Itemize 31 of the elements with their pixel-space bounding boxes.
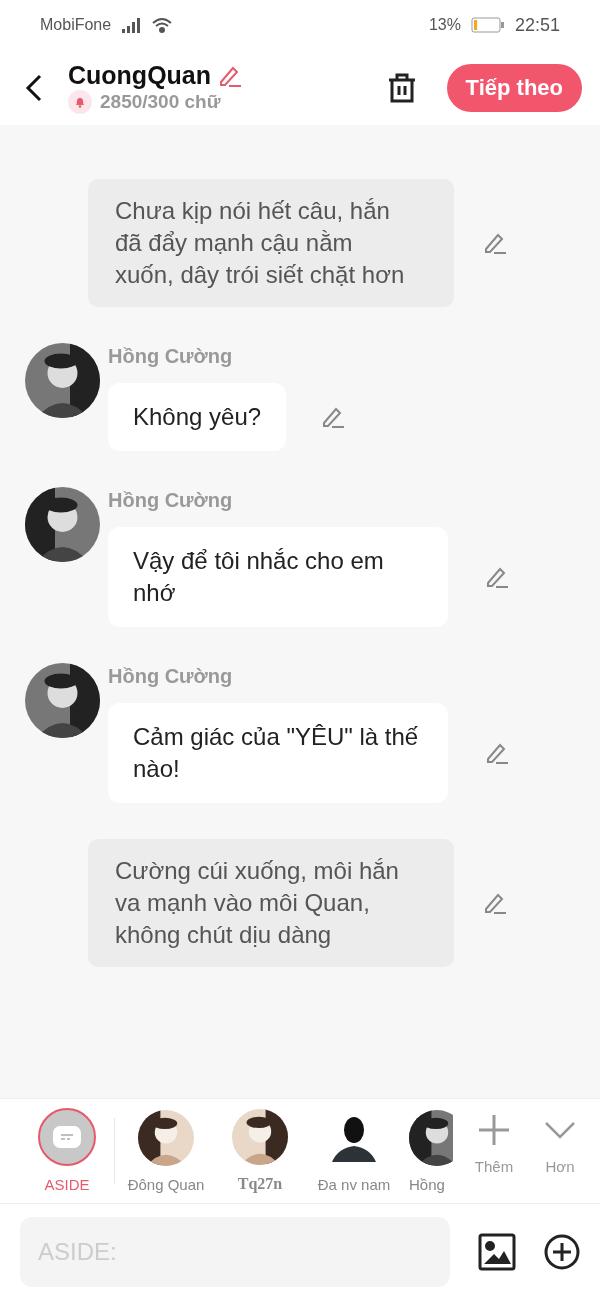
image-icon[interactable] bbox=[478, 1233, 516, 1271]
message-bubble: Không yêu? bbox=[108, 383, 287, 451]
character-option[interactable]: Tq27n bbox=[213, 1109, 307, 1193]
wifi-icon bbox=[151, 16, 174, 34]
signal-icon bbox=[121, 17, 142, 33]
story-title: CuongQuan bbox=[68, 61, 212, 90]
character-name: Hồng Cường bbox=[108, 665, 234, 688]
character-option[interactable]: Hồng bbox=[409, 1109, 453, 1193]
character-option[interactable]: ASIDE bbox=[20, 1109, 114, 1193]
clock: 22:51 bbox=[514, 14, 560, 36]
next-button[interactable]: Tiếp theo bbox=[446, 63, 582, 112]
character-option[interactable]: Đa nv nam bbox=[307, 1109, 401, 1193]
message-bubble: Vậy để tôi nhắc cho em nhớ bbox=[108, 527, 448, 627]
bell-icon bbox=[68, 90, 92, 114]
battery-percent: 13% bbox=[428, 16, 461, 34]
trash-icon[interactable] bbox=[386, 71, 417, 104]
character-name: Hồng Cường bbox=[108, 345, 234, 368]
word-count: 2850/300 chữ bbox=[100, 91, 221, 113]
message-bubble: Cảm giác của "YÊU" là thế nào! bbox=[108, 703, 448, 803]
add-icon[interactable] bbox=[544, 1234, 580, 1270]
carrier-name: MobiFone bbox=[40, 16, 112, 34]
battery-icon bbox=[470, 17, 505, 33]
plus-icon bbox=[478, 1113, 510, 1146]
character-name: Hồng Cường bbox=[108, 489, 234, 512]
back-icon[interactable] bbox=[24, 73, 44, 102]
narration-bubble: Cường cúi xuống, môi hắn va mạnh vào môi Quan, không chút dịu dàng bbox=[88, 839, 454, 967]
add-character-button[interactable]: Thêm bbox=[461, 1113, 527, 1175]
more-button[interactable]: Hơn bbox=[527, 1113, 593, 1175]
chat-icon bbox=[53, 1125, 81, 1148]
narration-bubble: Chưa kịp nói hết câu, hắn đã đẩy mạnh cậu nằm xuốn, dây trói siết chặt hơn bbox=[88, 179, 454, 307]
character-option[interactable]: Đông Quan bbox=[119, 1109, 213, 1193]
